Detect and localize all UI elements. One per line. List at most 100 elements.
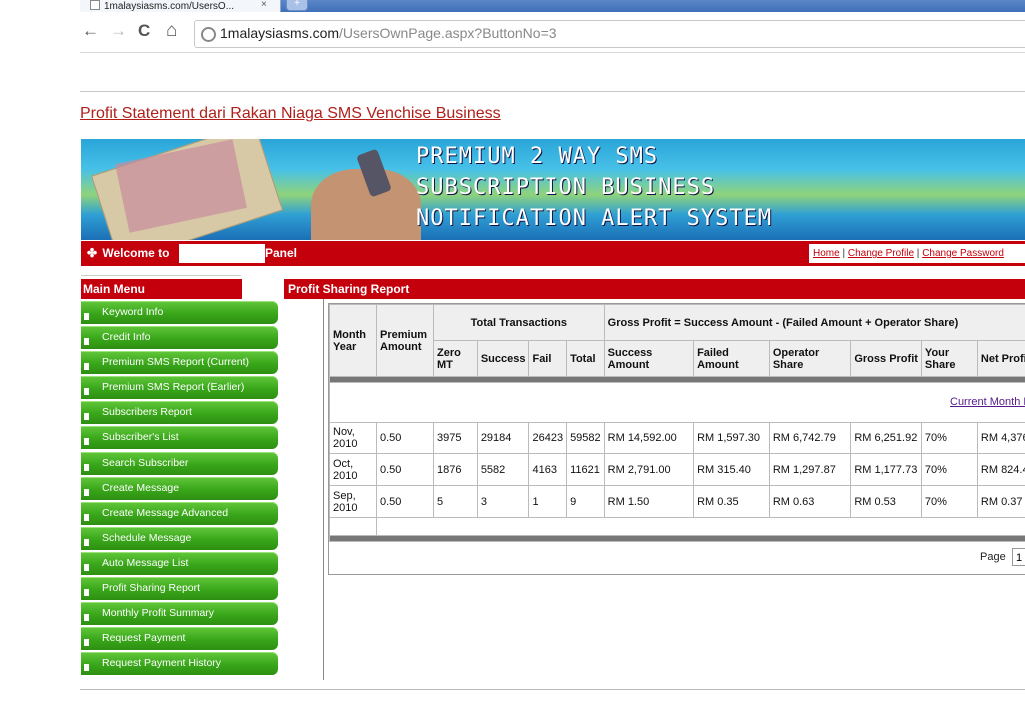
new-tab-button[interactable]: + xyxy=(286,0,308,11)
report-table-container: Month Year Premium Amount Total Transact… xyxy=(328,303,1025,575)
menu-item-schedule-message[interactable]: Schedule Message xyxy=(81,526,278,550)
cell-net-profit: RM 824.41 xyxy=(976,453,1025,486)
bullet-icon xyxy=(84,438,89,446)
cell-net-profit: RM 0.37 xyxy=(976,485,1025,518)
cell-zero-mt: 5 xyxy=(433,485,478,518)
banner-line-1: PREMIUM 2 WAY SMS xyxy=(416,144,659,169)
cell-fail: 4163 xyxy=(528,453,568,486)
bullet-icon xyxy=(84,413,89,421)
col-fail: Fail xyxy=(528,340,568,377)
bullet-icon xyxy=(84,388,89,396)
current-month-link[interactable]: Current Month R xyxy=(950,396,1025,408)
main-menu: Keyword Info Credit Info Premium SMS Rep… xyxy=(81,301,278,677)
home-icon[interactable]: ⌂ xyxy=(166,21,177,41)
main-menu-heading: Main Menu xyxy=(81,279,242,299)
browser-tab[interactable]: 1malaysiasms.com/UsersO... × xyxy=(80,0,281,12)
banner-image: PREMIUM 2 WAY SMS SUBSCRIPTION BUSINESS … xyxy=(81,139,1025,240)
cell-fail: 1 xyxy=(528,485,568,518)
cell-fail: 26423 xyxy=(528,422,568,454)
cell-premium: 0.50 xyxy=(376,453,434,486)
col-your-share: Your Share xyxy=(920,340,978,377)
col-failed-amount: Failed Amount xyxy=(693,340,770,377)
cell-success: 29184 xyxy=(476,422,530,454)
change-profile-link[interactable]: Change Profile xyxy=(848,248,914,259)
bullet-icon xyxy=(84,338,89,346)
page-title[interactable]: Profit Statement dari Rakan Niaga SMS Ve… xyxy=(80,105,501,123)
forward-icon[interactable]: → xyxy=(110,21,127,41)
menu-item-premium-sms-current[interactable]: Premium SMS Report (Current) xyxy=(81,351,278,375)
menu-item-search-subscriber[interactable]: Search Subscriber xyxy=(81,451,278,475)
col-net-profit: Net Profit xyxy=(976,340,1025,377)
change-password-link[interactable]: Change Password xyxy=(922,248,1004,259)
cell-premium: 0.50 xyxy=(376,422,434,454)
globe-icon xyxy=(201,27,216,42)
cell-failed-amount: RM 1,597.30 xyxy=(693,422,770,454)
cell-gross-profit: RM 6,251.92 xyxy=(850,422,922,454)
divider xyxy=(80,91,1025,92)
col-total-transactions: Total Transactions xyxy=(433,304,605,341)
menu-item-request-payment-history[interactable]: Request Payment History xyxy=(81,652,278,676)
menu-item-credit-info[interactable]: Credit Info xyxy=(81,326,278,350)
bullet-icon xyxy=(84,538,89,546)
reload-icon[interactable]: C xyxy=(138,21,150,41)
cell-total: 9 xyxy=(566,485,605,518)
cell-month: Oct, 2010 xyxy=(329,453,377,486)
divider xyxy=(80,689,1025,690)
dots-icon: ✤ xyxy=(87,246,98,260)
bullet-icon xyxy=(84,313,89,320)
menu-item-subscribers-list[interactable]: Subscriber's List xyxy=(81,426,278,450)
col-premium-amount: Premium Amount xyxy=(376,304,434,377)
cell-success: 5582 xyxy=(476,453,530,486)
menu-item-subscribers-report[interactable]: Subscribers Report xyxy=(81,401,278,425)
menu-item-keyword-info[interactable]: Keyword Info xyxy=(81,301,278,324)
panel-label: Panel xyxy=(265,246,298,260)
cell-operator-share: RM 6,742.79 xyxy=(768,422,852,454)
menu-item-profit-sharing-report[interactable]: Profit Sharing Report xyxy=(81,577,278,601)
col-zero-mt: Zero MT xyxy=(433,340,478,377)
table-row: Nov, 2010 0.50 3975 29184 26423 59582 RM… xyxy=(329,422,1025,454)
col-total: Total xyxy=(566,340,605,377)
redacted-name xyxy=(179,244,265,263)
spacer-row xyxy=(329,382,1025,423)
menu-item-request-payment[interactable]: Request Payment xyxy=(81,627,278,651)
tab-title: 1malaysiasms.com/UsersO... xyxy=(104,1,235,12)
table-row: Sep, 2010 0.50 5 3 1 9 RM 1.50 RM 0.35 R… xyxy=(329,485,1025,518)
top-links: Home | Change Profile | Change Password xyxy=(809,244,1025,263)
cell-success: 3 xyxy=(476,485,530,518)
back-icon[interactable]: ← xyxy=(82,21,99,41)
cell-month: Nov, 2010 xyxy=(329,422,377,454)
cell-success-amount: RM 1.50 xyxy=(603,485,695,518)
cell-premium: 0.50 xyxy=(376,485,434,518)
cell-your-share: 70% xyxy=(920,485,978,518)
col-gross-profit-formula: Gross Profit = Success Amount - (Failed … xyxy=(603,304,1025,341)
cell-success-amount: RM 14,592.00 xyxy=(603,422,695,454)
cell-zero-mt: 3975 xyxy=(433,422,478,454)
report-heading: Profit Sharing Report xyxy=(284,279,1025,299)
col-success: Success xyxy=(476,340,530,377)
profit-sharing-table: Month Year Premium Amount Total Transact… xyxy=(329,304,1025,542)
bullet-icon xyxy=(84,563,89,571)
bullet-icon xyxy=(84,488,89,496)
menu-item-create-message[interactable]: Create Message xyxy=(81,476,278,500)
welcome-bar: ✤ Welcome to Panel Home | Change Profile… xyxy=(81,241,1025,266)
home-link[interactable]: Home xyxy=(813,248,840,259)
cell-total: 11621 xyxy=(566,453,605,486)
cell-month: Sep, 2010 xyxy=(329,485,377,518)
cell-your-share: 70% xyxy=(920,453,978,486)
tab-close-icon[interactable]: × xyxy=(261,0,267,10)
bullet-icon xyxy=(84,589,89,597)
menu-item-create-message-advanced[interactable]: Create Message Advanced xyxy=(81,501,278,525)
cell-operator-share: RM 0.63 xyxy=(768,485,852,518)
vertical-divider xyxy=(323,295,324,680)
menu-item-premium-sms-earlier[interactable]: Premium SMS Report (Earlier) xyxy=(81,376,278,400)
cell-total: 59582 xyxy=(566,422,605,454)
cell-net-profit: RM 4,376.34 xyxy=(976,422,1025,454)
bullet-icon xyxy=(84,614,89,622)
menu-item-monthly-profit-summary[interactable]: Monthly Profit Summary xyxy=(81,602,278,626)
address-bar[interactable]: 1malaysiasms.com/UsersOwnPage.aspx?Butto… xyxy=(194,20,1025,48)
banner-line-3: NOTIFICATION ALERT SYSTEM xyxy=(416,206,773,231)
page-select[interactable]: 1 xyxy=(1012,548,1025,566)
cell-success-amount: RM 2,791.00 xyxy=(603,453,695,486)
col-success-amount: Success Amount xyxy=(603,340,695,377)
menu-item-auto-message-list[interactable]: Auto Message List xyxy=(81,551,278,575)
